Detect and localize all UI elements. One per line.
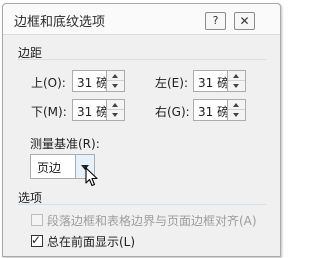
top-margin-down-button[interactable] [107, 81, 124, 91]
check-icon: ✓ [31, 233, 42, 247]
spin-up-icon [112, 74, 118, 78]
left-margin-spin-arrows[interactable] [227, 71, 245, 91]
top-margin-up-button[interactable] [107, 71, 124, 81]
left-margin-label: 左(E): [155, 76, 188, 90]
measure-from-label: 测量基准(R): [30, 137, 100, 151]
left-margin-spinner[interactable]: 31 磅 [193, 70, 246, 92]
border-shading-options-dialog: 边框和底纹选项 ? ✕ 边距 上(O): 31 磅 左(E): 31 磅 下(M… [2, 3, 281, 257]
help-button[interactable]: ? [205, 12, 226, 30]
top-margin-label: 上(O): [31, 76, 66, 90]
left-margin-down-button[interactable] [228, 81, 245, 91]
spin-up-icon [233, 74, 239, 78]
right-margin-label: 右(G): [155, 105, 190, 119]
bottom-margin-value[interactable]: 31 磅 [77, 103, 108, 120]
margins-divider [18, 59, 266, 60]
right-margin-down-button[interactable] [228, 110, 245, 120]
spin-up-icon [233, 103, 239, 107]
bottom-margin-spin-arrows[interactable] [106, 100, 124, 120]
bottom-margin-down-button[interactable] [107, 110, 124, 120]
align-borders-label: 段落边框和表格边界与页面边框对齐(A) [47, 214, 257, 228]
spin-down-icon [233, 113, 239, 117]
dialog-title: 边框和底纹选项 [14, 15, 106, 30]
bottom-margin-label: 下(M): [31, 105, 67, 119]
options-divider [18, 204, 266, 205]
spin-down-icon [112, 84, 118, 88]
right-margin-spin-arrows[interactable] [227, 100, 245, 120]
bottom-margin-up-button[interactable] [107, 100, 124, 110]
left-margin-up-button[interactable] [228, 71, 245, 81]
spin-up-icon [112, 103, 118, 107]
spin-down-icon [112, 113, 118, 117]
mouse-pointer-icon [85, 167, 98, 187]
right-margin-spinner[interactable]: 31 磅 [193, 99, 246, 121]
always-display-front-label: 总在前面显示(L) [47, 235, 136, 249]
always-display-front-checkbox[interactable]: ✓ [31, 233, 43, 247]
right-margin-up-button[interactable] [228, 100, 245, 110]
measure-from-selected[interactable]: 页边 [37, 159, 61, 176]
align-borders-checkbox[interactable] [31, 214, 43, 226]
top-margin-spinner[interactable]: 31 磅 [72, 70, 125, 92]
left-margin-value[interactable]: 31 磅 [198, 74, 229, 91]
bottom-margin-spinner[interactable]: 31 磅 [72, 99, 125, 121]
title-bar: 边框和底纹选项 ? ✕ [3, 4, 280, 35]
top-margin-value[interactable]: 31 磅 [77, 74, 108, 91]
right-margin-value[interactable]: 31 磅 [198, 103, 229, 120]
spin-down-icon [233, 84, 239, 88]
top-margin-spin-arrows[interactable] [106, 71, 124, 91]
close-button[interactable]: ✕ [234, 12, 255, 30]
